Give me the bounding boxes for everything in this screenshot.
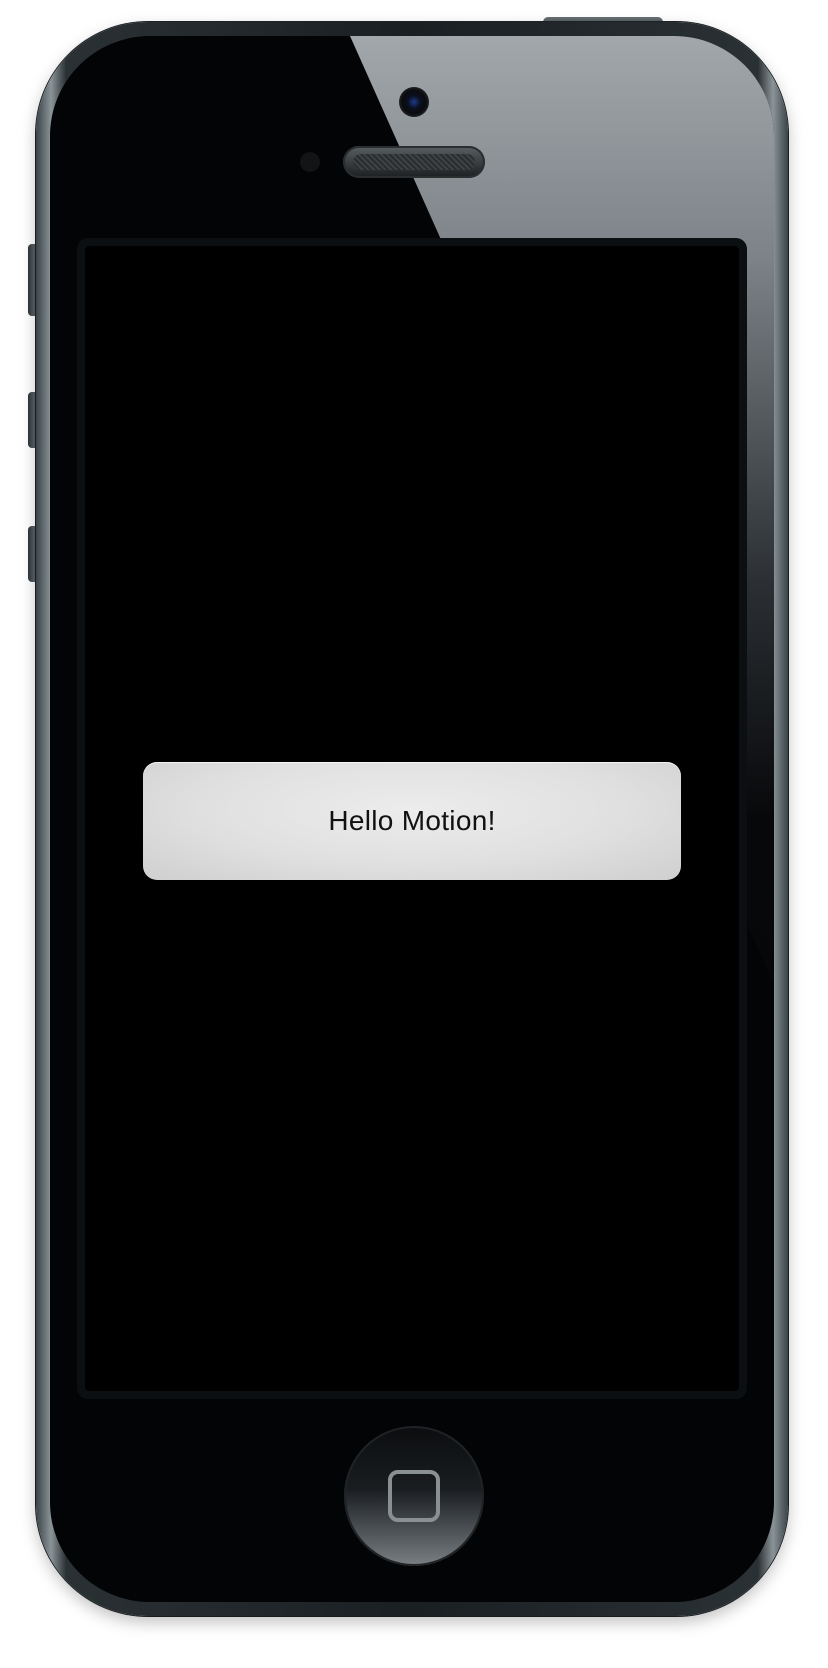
earpiece-speaker-icon	[343, 146, 485, 178]
hello-motion-label: Hello Motion!	[328, 805, 496, 836]
speaker-grille	[353, 154, 475, 170]
device-screen: Hello Motion!	[85, 246, 739, 1391]
hello-motion-button[interactable]: Hello Motion!	[143, 762, 681, 880]
front-camera-icon	[399, 87, 429, 117]
proximity-sensor	[300, 152, 320, 172]
home-square-glyph	[388, 1470, 440, 1522]
home-button-icon[interactable]	[344, 1426, 484, 1566]
